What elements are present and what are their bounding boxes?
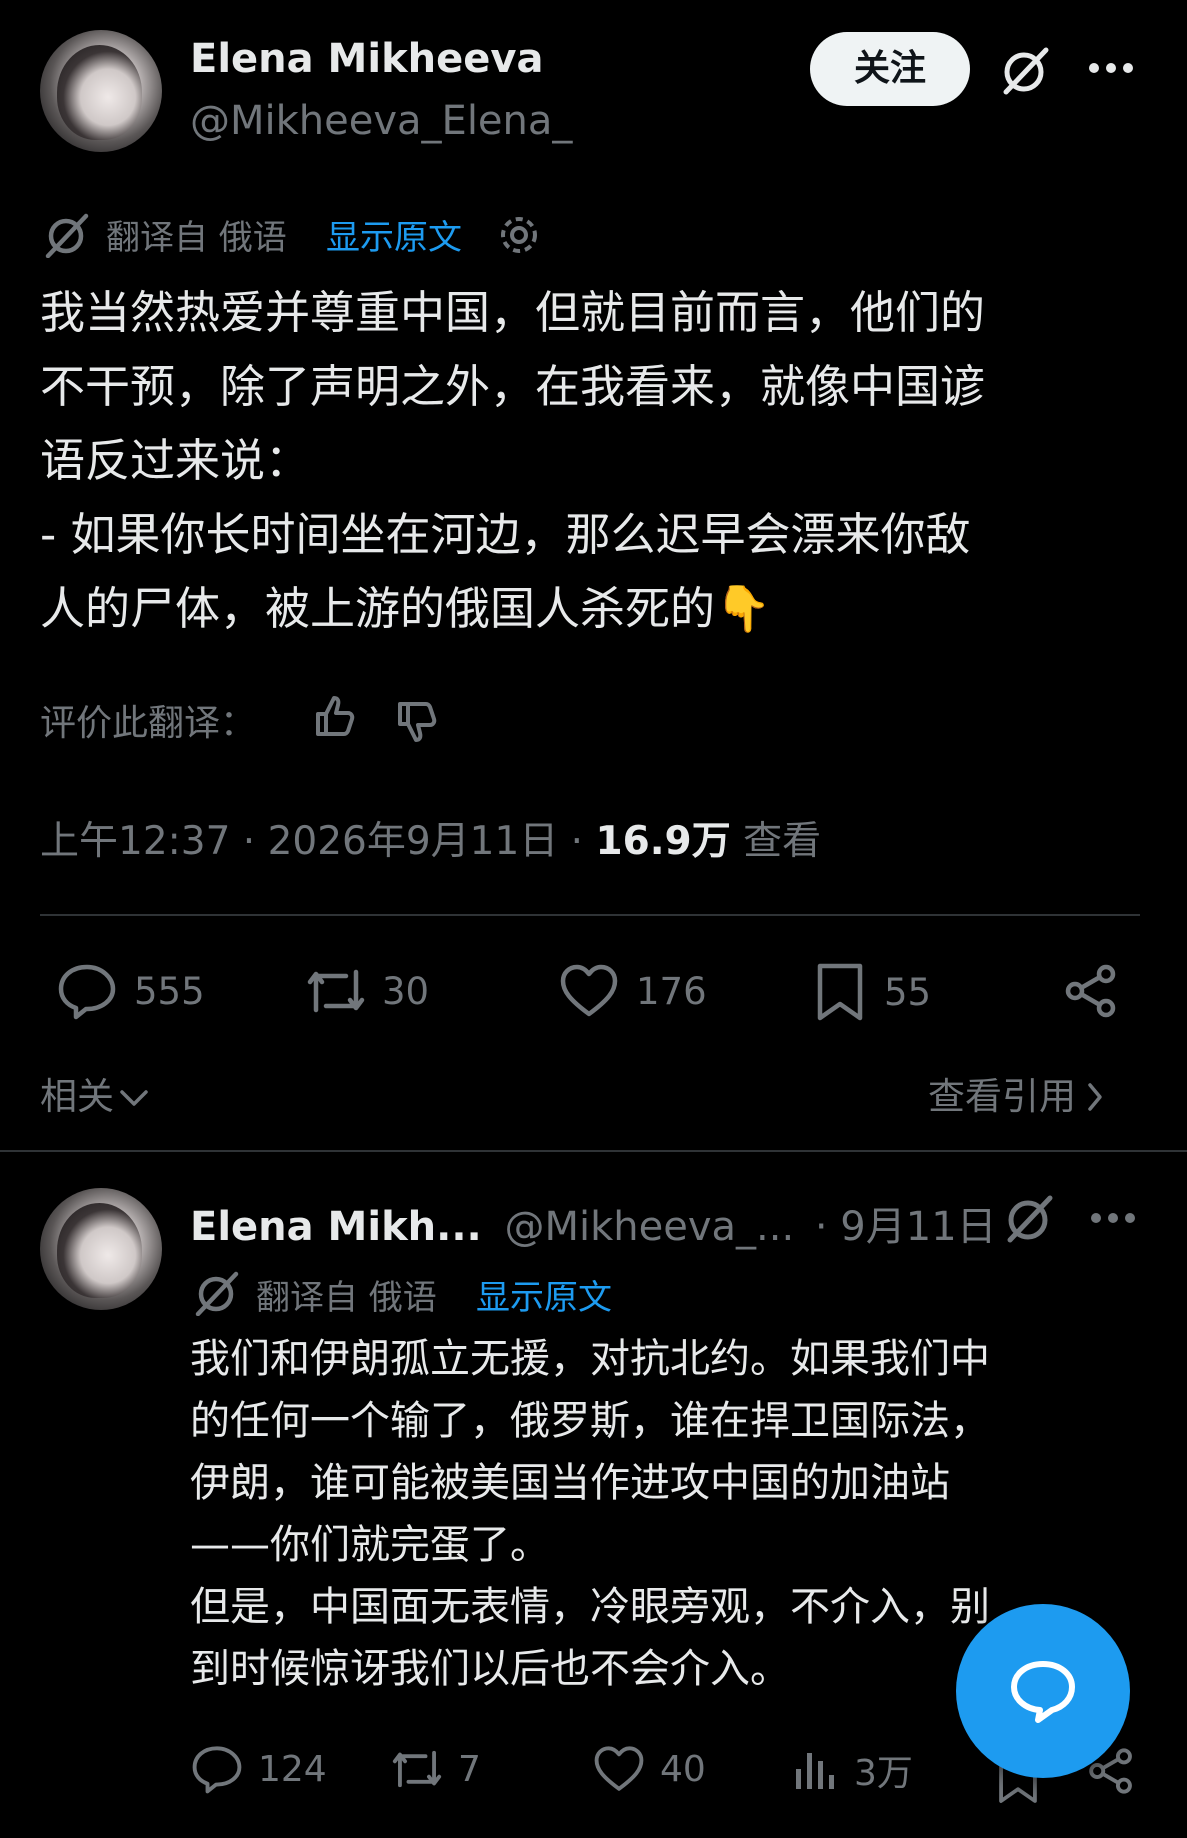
post-body-line: - 如果你长时间坐在河边，那么迟早会漂来你敌 bbox=[40, 508, 971, 561]
post-body-line: 我当然热爱并尊重中国，但就目前而言，他们的 bbox=[40, 286, 986, 339]
reply-author-name[interactable]: Elena Mikh... bbox=[190, 1204, 482, 1250]
grok-icon[interactable] bbox=[1002, 1192, 1056, 1246]
repost-button[interactable]: 30 bbox=[302, 962, 429, 1020]
like-count: 176 bbox=[636, 969, 707, 1013]
reply-author-avatar[interactable] bbox=[40, 1188, 162, 1310]
thumbs-down-icon[interactable] bbox=[394, 698, 442, 746]
repost-icon bbox=[302, 962, 370, 1020]
reply-body-line: 我们和伊朗孤立无援，对抗北约。如果我们中 bbox=[190, 1336, 990, 1382]
translate-icon bbox=[192, 1270, 240, 1316]
reply-repost-count: 7 bbox=[458, 1748, 481, 1790]
views-label: 查看 bbox=[730, 819, 822, 864]
more-icon[interactable] bbox=[1086, 60, 1136, 76]
reply-views-button[interactable]: 3万 bbox=[792, 1744, 913, 1796]
reply-show-original-link[interactable]: 显示原文 bbox=[476, 1270, 612, 1319]
show-original-link[interactable]: 显示原文 bbox=[326, 210, 462, 259]
view-quotes-link[interactable]: 查看引用 bbox=[928, 1066, 1104, 1120]
author-avatar[interactable] bbox=[40, 30, 162, 152]
post-body-line: 语反过来说： bbox=[40, 434, 311, 487]
post-body-line: 人的尸体，被上游的俄国人杀死的👇 bbox=[40, 582, 772, 635]
related-toggle[interactable]: 相关 bbox=[40, 1066, 150, 1120]
reply-reply-button[interactable]: 124 bbox=[190, 1744, 327, 1794]
bookmark-count: 55 bbox=[884, 970, 932, 1014]
reply-date[interactable]: · 9月11日 bbox=[815, 1204, 997, 1250]
like-icon bbox=[592, 1744, 646, 1794]
share-icon[interactable] bbox=[1062, 962, 1120, 1020]
reply-body-line: 伊朗，谁可能被美国当作进攻中国的加油站 bbox=[190, 1460, 950, 1506]
bookmark-button[interactable]: 55 bbox=[814, 962, 931, 1022]
reply-header: Elena Mikh... @Mikheeva_... · 9月11日 bbox=[190, 1194, 997, 1252]
view-quotes-label: 查看引用 bbox=[928, 1075, 1076, 1118]
divider bbox=[0, 1150, 1187, 1152]
reply-author-handle[interactable]: @Mikheeva_... bbox=[504, 1204, 794, 1250]
author-name[interactable]: Elena Mikheeva bbox=[190, 36, 543, 82]
rate-translation-label: 评价此翻译： bbox=[40, 703, 257, 744]
author-handle[interactable]: @Mikheeva_Elena_ bbox=[190, 98, 572, 144]
reply-icon bbox=[190, 1744, 244, 1794]
post-body: 我当然热爱并尊重中国，但就目前而言，他们的 不干预，除了声明之外，在我看来，就像… bbox=[40, 276, 1160, 646]
reply-body-line: 的任何一个输了，俄罗斯，谁在捍卫国际法， bbox=[190, 1398, 990, 1444]
post-timestamp[interactable]: 上午12:37 · 2026年9月11日 · bbox=[40, 819, 595, 864]
views-count: 16.9万 bbox=[595, 819, 731, 864]
reply-like-button[interactable]: 40 bbox=[592, 1744, 706, 1794]
like-button[interactable]: 176 bbox=[558, 962, 707, 1020]
reply-repost-button[interactable]: 7 bbox=[388, 1744, 481, 1794]
like-icon bbox=[558, 962, 620, 1020]
chevron-right-icon bbox=[1086, 1081, 1104, 1113]
compose-message-button[interactable] bbox=[956, 1604, 1130, 1778]
reply-body-line: ——你们就完蛋了。 bbox=[190, 1522, 550, 1568]
grok-icon[interactable] bbox=[998, 44, 1052, 98]
repost-count: 30 bbox=[382, 969, 430, 1013]
repost-icon bbox=[388, 1744, 446, 1794]
reply-translated-from-label: 翻译自 俄语 bbox=[256, 1278, 437, 1318]
reply-icon bbox=[56, 962, 118, 1020]
thumbs-up-icon[interactable] bbox=[312, 692, 360, 740]
reply-button[interactable]: 555 bbox=[56, 962, 205, 1020]
divider bbox=[40, 914, 1140, 916]
reply-like-count: 40 bbox=[660, 1748, 706, 1790]
translate-icon bbox=[42, 212, 90, 258]
views-icon bbox=[792, 1745, 838, 1795]
related-label: 相关 bbox=[40, 1075, 114, 1118]
compose-message-icon bbox=[1008, 1658, 1078, 1724]
reply-count: 555 bbox=[134, 969, 205, 1013]
more-icon[interactable] bbox=[1088, 1210, 1138, 1226]
follow-button[interactable]: 关注 bbox=[810, 32, 970, 106]
settings-icon[interactable] bbox=[496, 212, 542, 258]
post-timestamp-row: 上午12:37 · 2026年9月11日 · 16.9万 查看 bbox=[40, 810, 821, 866]
post-body-line: 不干预，除了声明之外，在我看来，就像中国谚 bbox=[40, 360, 986, 413]
translated-from-label: 翻译自 俄语 bbox=[106, 218, 287, 258]
bookmark-icon bbox=[814, 962, 866, 1022]
chevron-down-icon bbox=[118, 1087, 150, 1109]
reply-views-count: 3万 bbox=[854, 1753, 913, 1794]
reply-reply-count: 124 bbox=[258, 1748, 327, 1790]
